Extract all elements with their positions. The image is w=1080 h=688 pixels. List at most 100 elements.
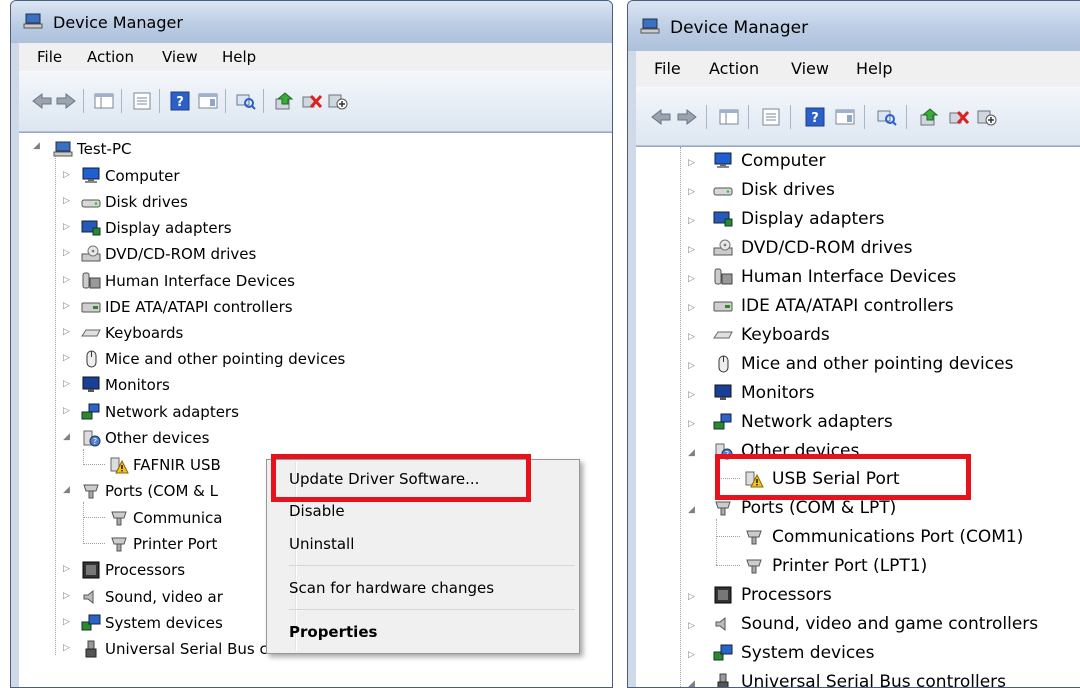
tree-node-sound[interactable]: Sound, video ar xyxy=(105,586,223,608)
expand-arrow-icon[interactable]: ▷ xyxy=(63,275,70,285)
tree-node-mice[interactable]: Mice and other pointing devices xyxy=(105,348,345,370)
show-hide-console-tree-icon[interactable] xyxy=(718,107,740,127)
tree-node-processors[interactable]: Processors xyxy=(105,559,185,581)
tree-node-keyboards[interactable]: Keyboards xyxy=(741,324,830,346)
tree-node-root[interactable]: Test-PC xyxy=(77,138,131,160)
menu-file[interactable]: File xyxy=(37,48,62,66)
tree-node-fafnir-usb[interactable]: FAFNIR USB xyxy=(133,454,221,476)
collapse-arrow-icon[interactable]: ◢ xyxy=(63,485,70,495)
update-driver-icon[interactable] xyxy=(273,91,295,111)
forward-arrow-icon[interactable] xyxy=(55,91,77,111)
tree-node-sound[interactable]: Sound, video and game controllers xyxy=(741,613,1038,635)
scan-hardware-icon[interactable] xyxy=(235,91,257,111)
expand-arrow-icon[interactable]: ▷ xyxy=(63,170,70,180)
tree-node-disk-drives[interactable]: Disk drives xyxy=(741,179,835,201)
collapse-arrow-icon[interactable]: ◢ xyxy=(63,432,70,442)
expand-arrow-icon[interactable]: ▷ xyxy=(63,564,70,574)
uninstall-device-icon[interactable] xyxy=(301,91,323,111)
uninstall-device-icon[interactable] xyxy=(948,107,970,127)
expand-arrow-icon[interactable]: ▷ xyxy=(63,591,70,601)
tree-node-other-devices[interactable]: Other devices xyxy=(105,427,209,449)
expand-arrow-icon[interactable]: ▷ xyxy=(63,379,70,389)
expand-arrow-icon[interactable]: ▷ xyxy=(63,643,70,653)
tree-node-monitors[interactable]: Monitors xyxy=(105,374,170,396)
expand-arrow-icon[interactable]: ▷ xyxy=(688,158,695,168)
tree-node-mice[interactable]: Mice and other pointing devices xyxy=(741,353,1013,375)
expand-arrow-icon[interactable]: ▷ xyxy=(63,222,70,232)
expand-arrow-icon[interactable]: ▷ xyxy=(688,216,695,226)
tree-node-dvd-drives[interactable]: DVD/CD-ROM drives xyxy=(741,237,912,259)
expand-arrow-icon[interactable]: ▷ xyxy=(63,327,70,337)
back-arrow-icon[interactable] xyxy=(650,107,672,127)
expand-arrow-icon[interactable]: ▷ xyxy=(688,419,695,429)
disable-device-icon[interactable] xyxy=(976,107,998,127)
help-icon[interactable]: ? xyxy=(169,91,191,111)
menu-help[interactable]: Help xyxy=(222,48,256,66)
action-pane-icon[interactable] xyxy=(834,107,856,127)
menu-help[interactable]: Help xyxy=(856,59,892,78)
tree-node-system-devices[interactable]: System devices xyxy=(105,612,223,634)
expand-arrow-icon[interactable]: ▷ xyxy=(688,303,695,313)
expand-arrow-icon[interactable]: ▷ xyxy=(688,187,695,197)
menu-file[interactable]: File xyxy=(654,59,681,78)
tree-node-keyboards[interactable]: Keyboards xyxy=(105,322,183,344)
tree-node-network-adapters[interactable]: Network adapters xyxy=(741,411,893,433)
back-arrow-icon[interactable] xyxy=(31,91,53,111)
expand-arrow-icon[interactable]: ▷ xyxy=(63,617,70,627)
expand-arrow-icon[interactable]: ▷ xyxy=(63,301,70,311)
tree-node-communications-port[interactable]: Communications Port (COM1) xyxy=(772,526,1023,548)
tree-node-system-devices[interactable]: System devices xyxy=(741,642,875,664)
tree-node-computer[interactable]: Computer xyxy=(741,150,826,172)
tree-node-ports[interactable]: Ports (COM & LPT) xyxy=(741,497,896,519)
update-driver-icon[interactable] xyxy=(918,107,940,127)
collapse-arrow-icon[interactable]: ◢ xyxy=(33,141,40,151)
expand-arrow-icon[interactable]: ▷ xyxy=(688,332,695,342)
expand-arrow-icon[interactable]: ▷ xyxy=(688,592,695,602)
show-hide-console-tree-icon[interactable] xyxy=(93,91,115,111)
tree-node-disk-drives[interactable]: Disk drives xyxy=(105,191,188,213)
menu-item-properties[interactable]: Properties xyxy=(289,623,377,641)
tree-node-printer-port[interactable]: Printer Port xyxy=(133,533,217,555)
expand-arrow-icon[interactable]: ▷ xyxy=(688,361,695,371)
tree-node-communications-port[interactable]: Communica xyxy=(133,507,223,529)
tree-node-usb-controllers[interactable]: Universal Serial Bus controllers xyxy=(741,671,1006,687)
expand-arrow-icon[interactable]: ▷ xyxy=(63,196,70,206)
properties-sheet-icon[interactable] xyxy=(760,107,782,127)
collapse-arrow-icon[interactable]: ◢ xyxy=(688,679,695,687)
expand-arrow-icon[interactable]: ▷ xyxy=(688,621,695,631)
tree-node-monitors[interactable]: Monitors xyxy=(741,382,814,404)
menu-view[interactable]: View xyxy=(791,59,829,78)
menu-item-scan-hardware[interactable]: Scan for hardware changes xyxy=(289,579,494,597)
help-icon[interactable]: ? xyxy=(804,107,826,127)
scan-hardware-icon[interactable] xyxy=(876,107,898,127)
tree-node-computer[interactable]: Computer xyxy=(105,165,180,187)
menu-action[interactable]: Action xyxy=(87,48,134,66)
menu-view[interactable]: View xyxy=(162,48,198,66)
expand-arrow-icon[interactable]: ▷ xyxy=(63,406,70,416)
expand-arrow-icon[interactable]: ▷ xyxy=(63,248,70,258)
tree-node-network-adapters[interactable]: Network adapters xyxy=(105,401,239,423)
collapse-arrow-icon[interactable]: ◢ xyxy=(688,505,695,515)
disable-device-icon[interactable] xyxy=(327,91,349,111)
expand-arrow-icon[interactable]: ▷ xyxy=(63,353,70,363)
tree-node-printer-port[interactable]: Printer Port (LPT1) xyxy=(772,555,927,577)
tree-node-display-adapters[interactable]: Display adapters xyxy=(105,217,232,239)
tree-node-display-adapters[interactable]: Display adapters xyxy=(741,208,884,230)
tree-node-ports[interactable]: Ports (COM & L xyxy=(105,480,218,502)
expand-arrow-icon[interactable]: ▷ xyxy=(688,274,695,284)
tree-node-dvd-drives[interactable]: DVD/CD-ROM drives xyxy=(105,243,256,265)
expand-arrow-icon[interactable]: ▷ xyxy=(688,245,695,255)
menu-item-uninstall[interactable]: Uninstall xyxy=(289,535,354,553)
properties-sheet-icon[interactable] xyxy=(131,91,153,111)
menu-item-disable[interactable]: Disable xyxy=(289,502,345,520)
expand-arrow-icon[interactable]: ▷ xyxy=(688,650,695,660)
tree-node-processors[interactable]: Processors xyxy=(741,584,832,606)
tree-node-ide-controllers[interactable]: IDE ATA/ATAPI controllers xyxy=(105,296,293,318)
tree-node-hid[interactable]: Human Interface Devices xyxy=(105,270,295,292)
tree-node-ide-controllers[interactable]: IDE ATA/ATAPI controllers xyxy=(741,295,954,317)
collapse-arrow-icon[interactable]: ◢ xyxy=(688,448,695,458)
tree-node-hid[interactable]: Human Interface Devices xyxy=(741,266,956,288)
menu-action[interactable]: Action xyxy=(709,59,759,78)
forward-arrow-icon[interactable] xyxy=(676,107,698,127)
action-pane-icon[interactable] xyxy=(197,91,219,111)
